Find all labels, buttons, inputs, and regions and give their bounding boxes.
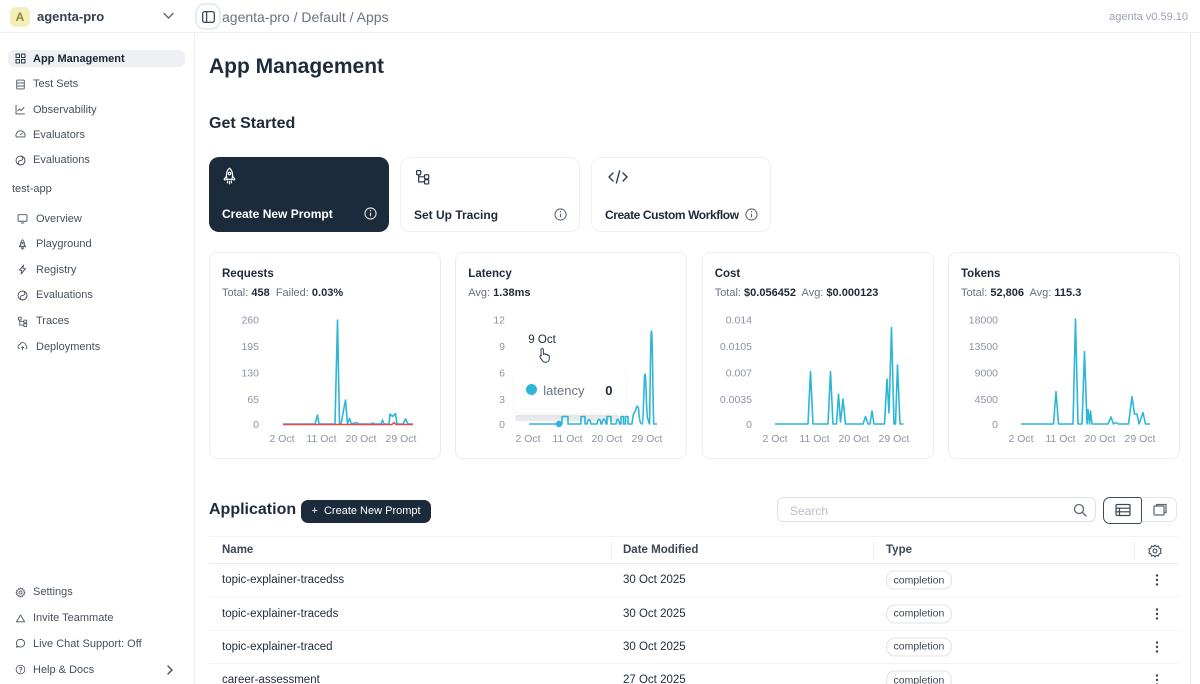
svg-text:0.007: 0.007 [725,368,751,380]
svg-text:4500: 4500 [975,394,999,406]
svg-text:29 Oct: 29 Oct [1125,433,1156,445]
svg-text:18000: 18000 [969,315,998,327]
svg-text:12: 12 [494,315,506,327]
svg-text:11 Oct: 11 Oct [1045,433,1075,445]
svg-text:11 Oct: 11 Oct [799,433,829,445]
svg-text:20 Oct: 20 Oct [346,433,377,445]
svg-text:2 Oct: 2 Oct [1008,433,1033,445]
svg-text:260: 260 [241,315,259,327]
svg-text:29 Oct: 29 Oct [632,433,663,445]
svg-text:29 Oct: 29 Oct [386,433,417,445]
svg-text:9: 9 [499,341,505,353]
svg-text:130: 130 [241,368,259,380]
svg-text:29 Oct: 29 Oct [878,433,909,445]
svg-text:11 Oct: 11 Oct [553,433,583,445]
svg-text:20 Oct: 20 Oct [1085,433,1116,445]
svg-text:2 Oct: 2 Oct [516,433,541,445]
svg-text:20 Oct: 20 Oct [838,433,869,445]
svg-text:0: 0 [746,419,752,431]
svg-text:0.0035: 0.0035 [720,394,752,406]
svg-text:0: 0 [992,419,998,431]
svg-text:0: 0 [499,419,505,431]
svg-text:11 Oct: 11 Oct [306,433,336,445]
svg-text:9000: 9000 [975,368,999,380]
svg-text:13500: 13500 [969,341,998,353]
svg-text:2 Oct: 2 Oct [762,433,787,445]
svg-text:0.014: 0.014 [725,315,751,327]
svg-text:65: 65 [247,394,259,406]
svg-text:20 Oct: 20 Oct [592,433,623,445]
svg-text:2 Oct: 2 Oct [269,433,294,445]
svg-text:0.0105: 0.0105 [720,341,752,353]
svg-text:6: 6 [499,368,505,380]
svg-text:195: 195 [241,341,259,353]
svg-text:3: 3 [499,394,505,406]
svg-text:0: 0 [253,419,259,431]
